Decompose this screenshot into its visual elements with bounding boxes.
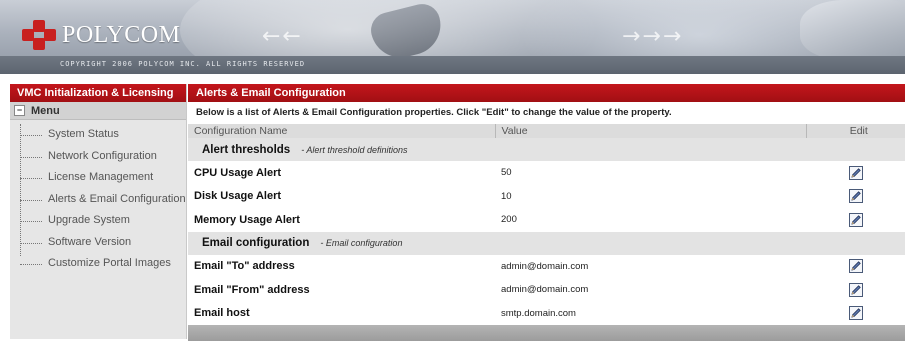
pencil-icon[interactable]	[848, 259, 863, 274]
pencil-icon[interactable]	[848, 212, 863, 227]
sidebar-item-software-version[interactable]: Software Version	[10, 232, 186, 254]
sidebar-title: VMC Initialization & Licensing	[10, 84, 186, 102]
sidebar-item-label: Network Configuration	[48, 149, 157, 162]
sidebar: VMC Initialization & Licensing − Menu Sy…	[10, 84, 187, 339]
sidebar-item-license-management[interactable]: License Management	[10, 167, 186, 189]
sidebar-item-customize-portal-images[interactable]: Customize Portal Images	[10, 253, 186, 275]
table-row: Email host smtp.domain.com	[188, 301, 905, 325]
config-value: 10	[495, 184, 806, 208]
pencil-icon[interactable]	[848, 282, 863, 297]
polycom-logo: POLYCOM	[22, 20, 180, 50]
sidebar-item-label: Upgrade System	[48, 214, 130, 226]
polycom-logo-mark	[22, 20, 56, 50]
config-value: smtp.domain.com	[495, 301, 806, 325]
brand-name: POLYCOM	[62, 21, 181, 48]
banner-device-image	[800, 0, 905, 60]
config-name: Email host	[188, 301, 495, 325]
config-value: admin@domain.com	[495, 254, 806, 278]
config-name: Disk Usage Alert	[188, 184, 495, 208]
table-header-row: Configuration Name Value Edit	[188, 124, 905, 138]
config-value: 50	[495, 161, 806, 185]
arrow-right-icon: →→→	[622, 24, 684, 49]
copyright-bar: COPYRIGHT 2006 POLYCOM INC. ALL RIGHTS R…	[0, 56, 905, 74]
page-title: Alerts & Email Configuration	[188, 84, 905, 102]
sidebar-item-network-configuration[interactable]: Network Configuration	[10, 146, 186, 168]
column-header-name: Configuration Name	[188, 124, 496, 138]
table-row: Memory Usage Alert 200	[188, 208, 905, 232]
config-table: Configuration Name Value Edit Alert thre…	[188, 124, 905, 325]
sidebar-item-system-status[interactable]: System Status	[10, 124, 186, 146]
copyright-text: COPYRIGHT 2006 POLYCOM INC. ALL RIGHTS R…	[60, 60, 306, 68]
sidebar-item-label: System Status	[48, 128, 119, 140]
section-name: Email configuration	[202, 237, 310, 249]
main-panel: Alerts & Email Configuration Below is a …	[188, 84, 905, 341]
table-row: Email "From" address admin@domain.com	[188, 278, 905, 302]
config-name: Email "To" address	[188, 254, 495, 278]
menu-tree: System Status Network Configuration Lice…	[10, 120, 186, 275]
intro-text: Below is a list of Alerts & Email Config…	[188, 102, 905, 124]
table-row: Email "To" address admin@domain.com	[188, 254, 905, 278]
sidebar-item-label: Software Version	[48, 235, 132, 248]
section-name: Alert thresholds	[202, 143, 291, 156]
section-row: Email configuration - Email configuratio…	[188, 231, 905, 255]
section-description: - Email configuration	[320, 238, 403, 248]
pencil-icon[interactable]	[848, 189, 863, 204]
collapse-icon[interactable]: −	[14, 105, 25, 116]
table-row: CPU Usage Alert 50	[188, 161, 905, 185]
section-description: - Alert threshold definitions	[301, 144, 408, 155]
sidebar-item-label: License Management	[48, 171, 154, 183]
config-value: admin@domain.com	[495, 278, 806, 302]
menu-label: Menu	[31, 104, 60, 117]
sidebar-item-label: Customize Portal Images	[48, 257, 171, 269]
pencil-icon[interactable]	[848, 165, 863, 180]
pencil-icon[interactable]	[848, 306, 863, 321]
config-value: 200	[495, 208, 806, 232]
sidebar-item-upgrade-system[interactable]: Upgrade System	[10, 210, 186, 232]
config-name: Email "From" address	[188, 278, 495, 302]
config-name: Memory Usage Alert	[188, 208, 495, 232]
section-row: Alert thresholds - Alert threshold defin…	[188, 138, 905, 161]
column-header-value: Value	[495, 124, 807, 138]
arrow-left-icon: ←←	[262, 24, 303, 49]
sidebar-item-label: Alerts & Email Configuration	[48, 192, 186, 205]
sidebar-item-alerts-email-configuration[interactable]: Alerts & Email Configuration	[10, 189, 186, 211]
header-banner: ←← →→→ POLYCOM COPYRIGHT 2006 POLYCOM IN…	[0, 0, 905, 74]
column-header-edit: Edit	[806, 124, 905, 138]
config-name: CPU Usage Alert	[188, 161, 495, 185]
table-row: Disk Usage Alert 10	[188, 184, 905, 208]
menu-header[interactable]: − Menu	[10, 102, 186, 120]
